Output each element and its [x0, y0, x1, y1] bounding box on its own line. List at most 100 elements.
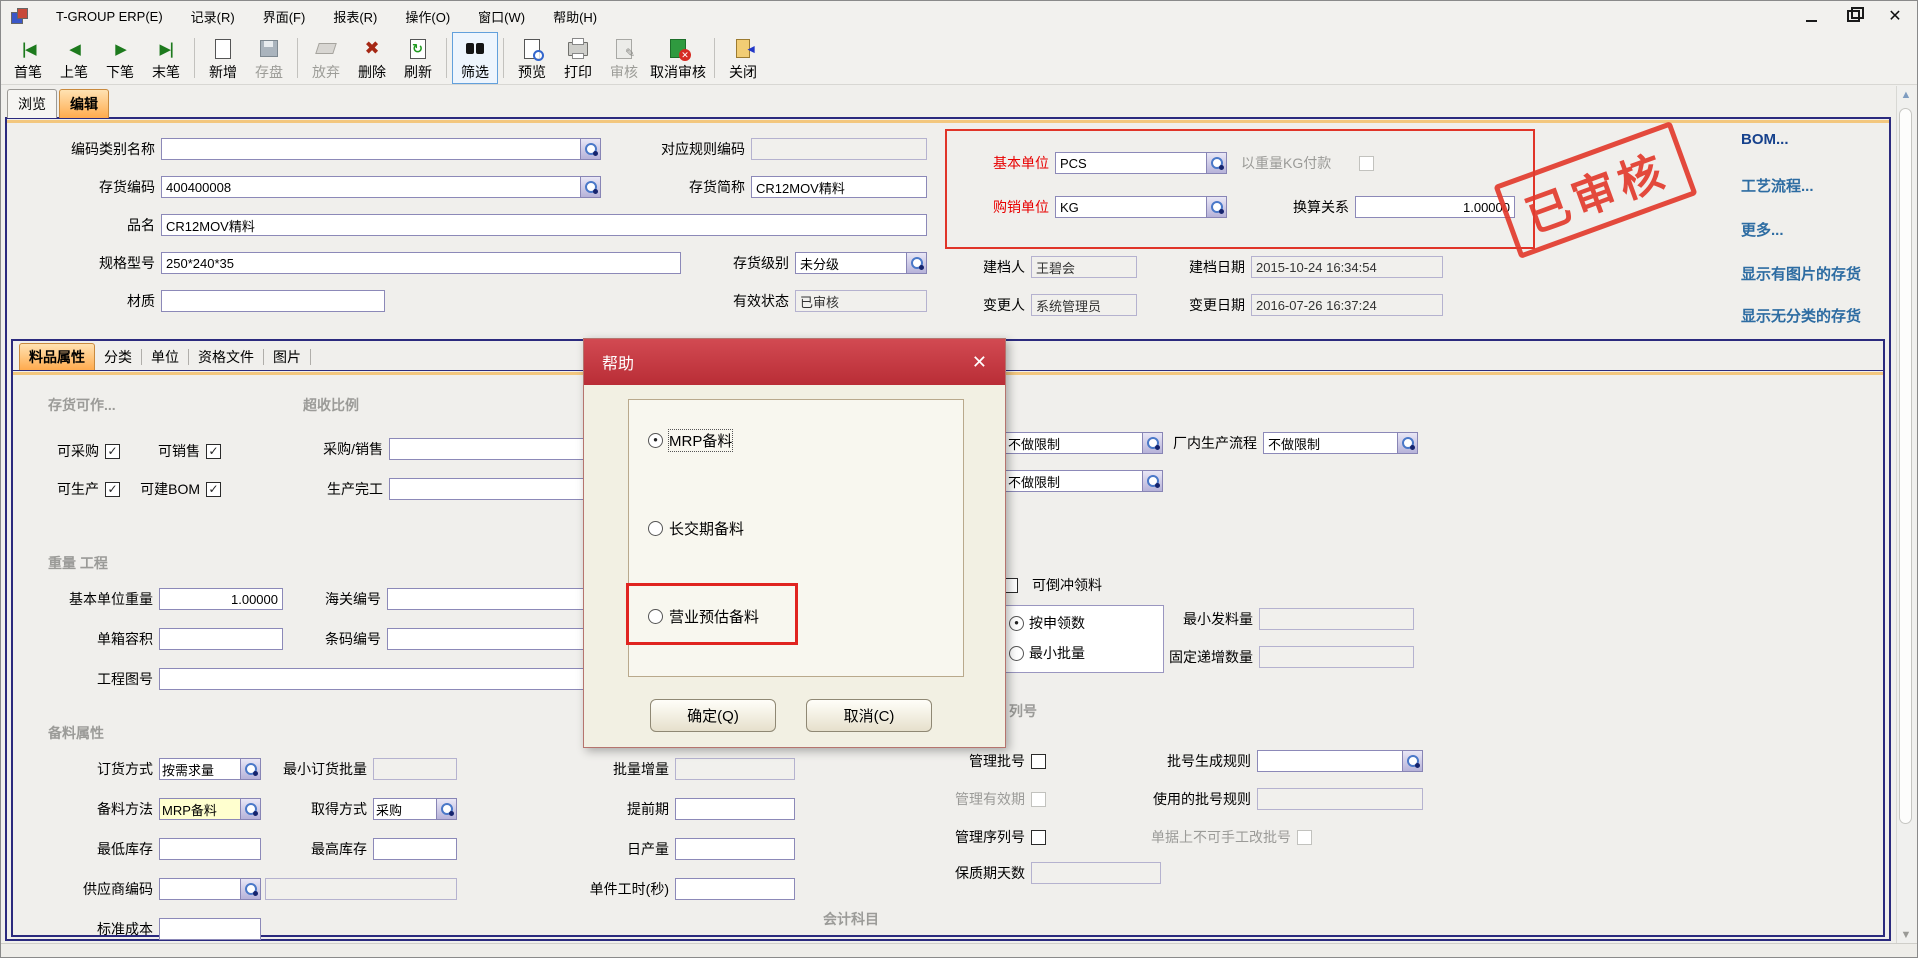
factory-flow-input[interactable]: 不做限制: [1263, 432, 1418, 454]
restore-button[interactable]: [1843, 6, 1863, 26]
toolbar-next-button[interactable]: ▶下笔: [97, 32, 143, 84]
link-show-with-images[interactable]: 显示有图片的存货: [1741, 263, 1861, 284]
scroll-down-icon[interactable]: ▼: [1897, 926, 1915, 944]
by-request-radio[interactable]: ●: [1009, 616, 1024, 631]
base-unit-input[interactable]: PCS: [1055, 152, 1227, 174]
subtab-item-attributes[interactable]: 料品属性: [19, 343, 95, 370]
tab-browse[interactable]: 浏览: [7, 89, 57, 118]
manage-serial-checkbox[interactable]: [1031, 830, 1046, 845]
toolbar-close-button[interactable]: ◄关闭: [720, 32, 766, 84]
menu-item-report[interactable]: 报表(R): [333, 7, 377, 26]
scroll-thumb[interactable]: [1899, 108, 1912, 824]
menu-item-window[interactable]: 窗口(W): [478, 7, 525, 26]
lookup-icon[interactable]: [1142, 470, 1163, 492]
link-more[interactable]: 更多...: [1741, 219, 1784, 240]
lookup-icon[interactable]: [580, 138, 601, 160]
tab-edit[interactable]: 编辑: [59, 89, 109, 118]
long-lead-radio[interactable]: [648, 521, 663, 536]
toolbar-last-button[interactable]: ▶|末笔: [143, 32, 189, 84]
scroll-up-icon[interactable]: ▲: [1897, 86, 1915, 104]
restrict2-input[interactable]: 不做限制: [1003, 470, 1163, 492]
manage-batch-checkbox[interactable]: [1031, 754, 1046, 769]
code-category-input[interactable]: [161, 138, 601, 160]
item-abbr-input[interactable]: CR12MOV精料: [751, 176, 927, 198]
menu-item-app[interactable]: T-GROUP ERP(E): [56, 9, 163, 24]
lead-time-input[interactable]: [675, 798, 795, 820]
lookup-icon[interactable]: [1206, 152, 1227, 174]
sellable-checkbox[interactable]: ✓: [206, 444, 221, 459]
subtab-units[interactable]: 单位: [142, 344, 188, 370]
gen-rule-input[interactable]: [1257, 750, 1423, 772]
lookup-icon[interactable]: [240, 798, 261, 820]
trade-unit-input[interactable]: KG: [1055, 196, 1227, 218]
lookup-icon[interactable]: [906, 252, 927, 274]
close-window-button[interactable]: ✕: [1885, 6, 1905, 26]
link-bom[interactable]: BOM...: [1741, 131, 1789, 148]
acquire-input[interactable]: 采购: [373, 798, 457, 820]
material-input[interactable]: [161, 290, 385, 312]
spec-input[interactable]: 250*240*35: [161, 252, 681, 274]
std-cost-input[interactable]: [159, 918, 261, 940]
option-mrp[interactable]: ● MRP备料: [648, 429, 732, 451]
toolbar-filter-button[interactable]: 筛选: [452, 32, 498, 84]
subtab-qualification[interactable]: 资格文件: [189, 344, 263, 370]
min-stock-input[interactable]: [159, 838, 261, 860]
lookup-icon[interactable]: [436, 798, 457, 820]
supplier-input[interactable]: [159, 878, 261, 900]
prod-done-input[interactable]: [389, 478, 597, 500]
dialog-ok-button[interactable]: 确定(Q): [650, 699, 776, 732]
item-name-input[interactable]: CR12MOV精料: [161, 214, 927, 236]
barcode-input[interactable]: [387, 628, 595, 650]
dialog-cancel-button[interactable]: 取消(C): [806, 699, 932, 732]
base-weight-input[interactable]: 1.00000: [159, 588, 283, 610]
creator-value: 王碧会: [1031, 256, 1137, 278]
menu-item-operate[interactable]: 操作(O): [405, 7, 450, 26]
menu-item-help[interactable]: 帮助(H): [553, 7, 597, 26]
minimize-button[interactable]: [1801, 6, 1821, 26]
lookup-icon[interactable]: [1397, 432, 1418, 454]
conversion-input[interactable]: 1.00000: [1355, 196, 1515, 218]
lookup-icon[interactable]: [1402, 750, 1423, 772]
daily-output-input[interactable]: [675, 838, 795, 860]
toolbar-refresh-button[interactable]: ↻刷新: [395, 32, 441, 84]
min-batch-radio[interactable]: [1009, 646, 1024, 661]
toolbar-preview-button[interactable]: 预览: [509, 32, 555, 84]
toolbar-new-button[interactable]: 新增: [200, 32, 246, 84]
binoculars-icon: [466, 43, 474, 54]
item-level-input[interactable]: 未分级: [795, 252, 927, 274]
customs-input[interactable]: [387, 588, 595, 610]
toolbar-cancel-audit-button[interactable]: ✕取消审核: [647, 32, 709, 84]
dialog-close-icon[interactable]: ✕: [972, 352, 987, 373]
toolbar-first-button[interactable]: |◀首笔: [5, 32, 51, 84]
toolbar-prev-button[interactable]: ◀上笔: [51, 32, 97, 84]
max-stock-input[interactable]: [373, 838, 457, 860]
ps-ratio-input[interactable]: [389, 438, 597, 460]
subtab-classification[interactable]: 分类: [95, 344, 141, 370]
box-volume-input[interactable]: [159, 628, 283, 650]
unit-time-input[interactable]: [675, 878, 795, 900]
bom-allowed-checkbox[interactable]: ✓: [206, 482, 221, 497]
lookup-icon[interactable]: [240, 758, 261, 780]
option-long-lead[interactable]: 长交期备料: [648, 517, 744, 539]
toolbar-delete-button[interactable]: ✖删除: [349, 32, 395, 84]
order-mode-input[interactable]: 按需求量: [159, 758, 261, 780]
link-process-flow[interactable]: 工艺流程...: [1741, 175, 1814, 196]
menu-item-record[interactable]: 记录(R): [191, 7, 235, 26]
producible-checkbox[interactable]: ✓: [105, 482, 120, 497]
vertical-scrollbar[interactable]: ▲ ▼: [1896, 86, 1915, 944]
lookup-icon[interactable]: [240, 878, 261, 900]
purchasable-checkbox[interactable]: ✓: [105, 444, 120, 459]
link-show-unclassified[interactable]: 显示无分类的存货: [1741, 305, 1861, 326]
drawing-input[interactable]: [159, 668, 595, 690]
menu-item-interface[interactable]: 界面(F): [263, 7, 306, 26]
toolbar-print-button[interactable]: 打印: [555, 32, 601, 84]
method-input[interactable]: MRP备料: [159, 798, 261, 820]
item-code-input[interactable]: 400400008: [161, 176, 601, 198]
restrict1-input[interactable]: 不做限制: [1003, 432, 1163, 454]
mrp-radio[interactable]: ●: [648, 433, 663, 448]
subtab-images[interactable]: 图片: [264, 344, 310, 370]
lookup-icon[interactable]: [1206, 196, 1227, 218]
lookup-icon[interactable]: [1142, 432, 1163, 454]
status-value: 已审核: [795, 290, 927, 312]
lookup-icon[interactable]: [580, 176, 601, 198]
